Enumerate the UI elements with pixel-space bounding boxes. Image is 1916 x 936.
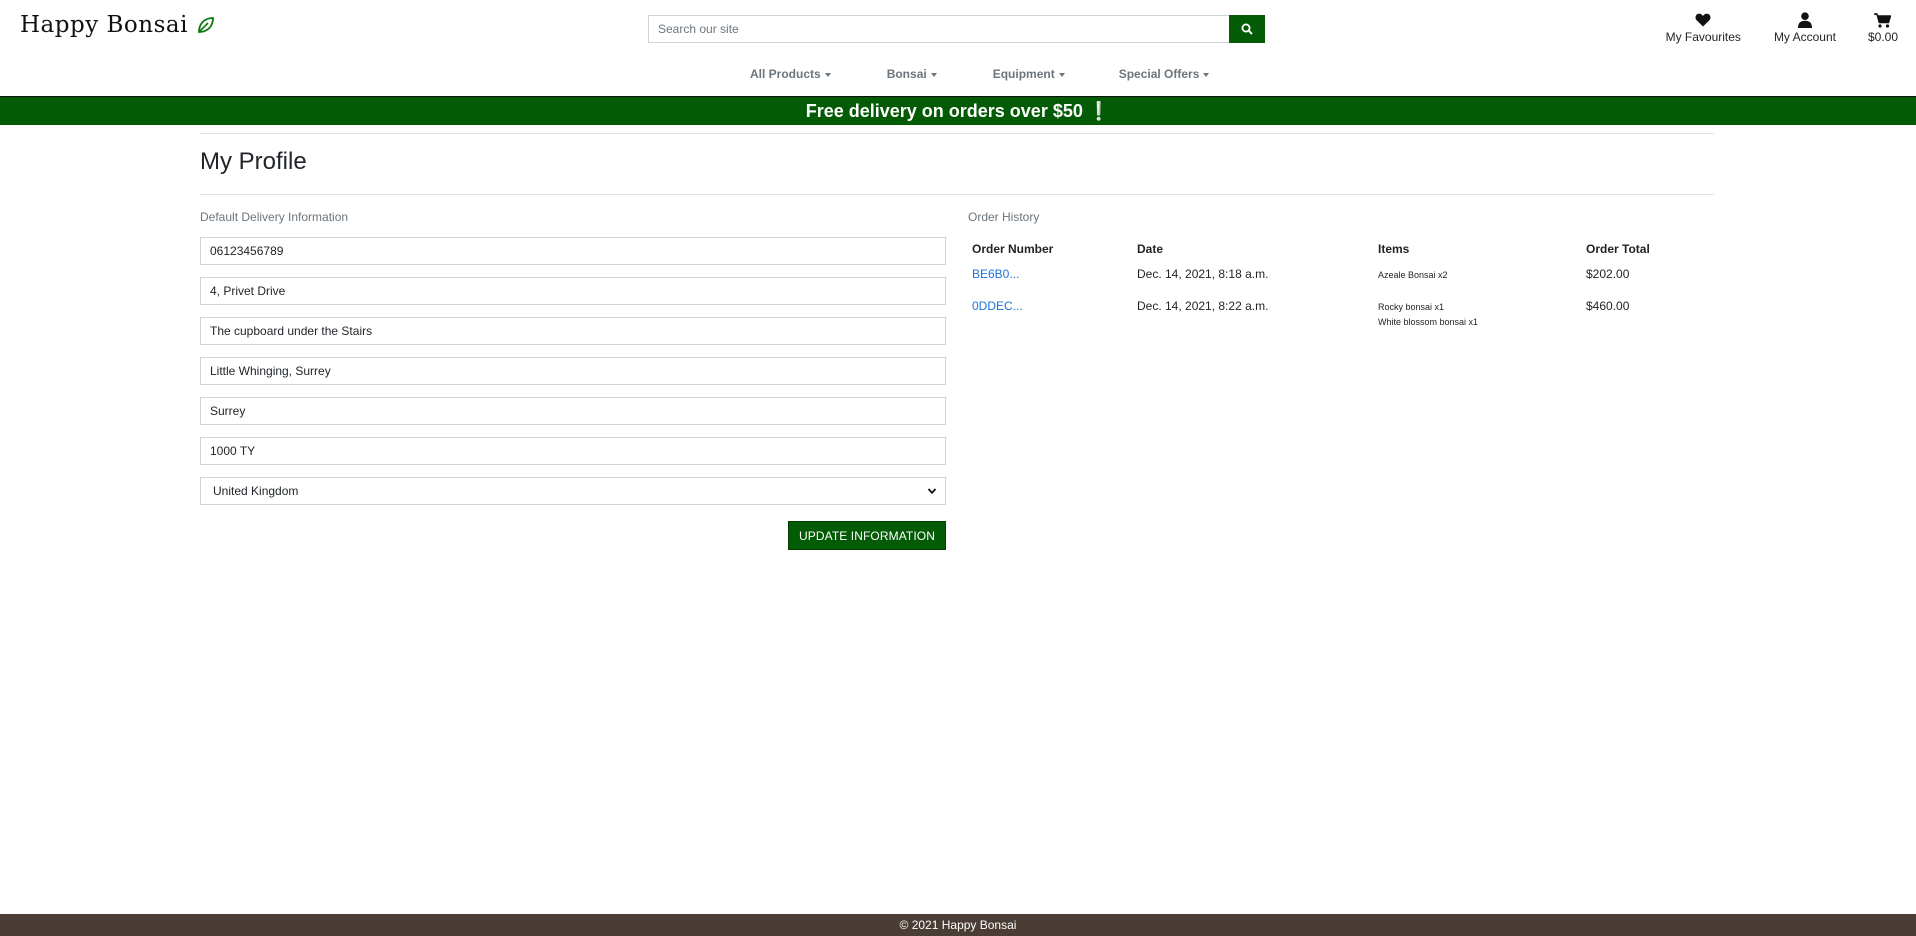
my-favourites-link[interactable]: My Favourites — [1666, 11, 1741, 44]
exclamation-icon: ❕ — [1087, 100, 1111, 121]
table-row: BE6B0... Dec. 14, 2021, 8:18 a.m. Azeale… — [968, 265, 1714, 297]
column-header-order-number: Order Number — [972, 242, 1054, 256]
column-header-date: Date — [1137, 242, 1164, 256]
delivery-info-label: Default Delivery Information — [200, 210, 349, 224]
user-icon — [1797, 12, 1812, 28]
caret-down-icon — [824, 73, 831, 77]
header-links: My Favourites My Account $0.00 — [1666, 11, 1898, 44]
postcode-field[interactable] — [200, 437, 946, 465]
nav-special-offers[interactable]: Special Offers — [1119, 67, 1210, 81]
order-history-table: Order Number Date Items Order Total BE6B… — [968, 240, 1714, 337]
order-item: Azeale Bonsai x2 — [1378, 270, 1448, 280]
cart-total: $0.00 — [1867, 30, 1898, 44]
cart-link[interactable]: $0.00 — [1868, 11, 1898, 44]
search-icon — [1241, 23, 1253, 35]
caret-down-icon — [930, 73, 937, 77]
profile-form: United Kingdom Update Information — [200, 237, 946, 550]
nav-all-products[interactable]: All Products — [750, 67, 831, 81]
table-header: Order Number Date Items Order Total — [968, 240, 1714, 265]
site-footer: © 2021 Happy Bonsai — [0, 914, 1916, 936]
order-date: Dec. 14, 2021, 8:18 a.m. — [1137, 267, 1269, 281]
nav-label: Special Offers — [1118, 67, 1200, 81]
order-items: Rocky bonsai x1 White blossom bonsai x1 — [1378, 300, 1478, 330]
search-input[interactable] — [648, 15, 1229, 43]
order-number-link[interactable]: 0DDEC... — [972, 299, 1023, 313]
delivery-banner: Free delivery on orders over $50 ❕ — [0, 96, 1916, 125]
cart-icon — [1874, 12, 1892, 28]
favourites-label: My Favourites — [1665, 30, 1741, 44]
divider — [200, 133, 1714, 134]
my-account-link[interactable]: My Account — [1774, 11, 1836, 44]
chevron-down-icon — [927, 488, 937, 495]
county-field[interactable] — [200, 397, 946, 425]
order-number-link[interactable]: BE6B0... — [972, 267, 1019, 281]
nav-label: Bonsai — [886, 67, 927, 81]
column-header-order-total: Order Total — [1586, 242, 1650, 256]
page-title: My Profile — [200, 148, 307, 175]
phone-number-field[interactable] — [200, 237, 946, 265]
update-information-button[interactable]: Update Information — [787, 521, 946, 550]
account-label: My Account — [1773, 30, 1836, 44]
street-address-2-field[interactable] — [200, 317, 946, 345]
town-city-field[interactable] — [200, 357, 946, 385]
banner-text: Free delivery on orders over $50 — [805, 100, 1083, 121]
search-form — [648, 15, 1265, 43]
search-button[interactable] — [1229, 15, 1265, 43]
country-value: United Kingdom — [213, 484, 299, 498]
order-total: $460.00 — [1586, 299, 1630, 313]
nav-equipment[interactable]: Equipment — [993, 67, 1065, 81]
caret-down-icon — [1058, 73, 1065, 77]
order-history-label: Order History — [968, 210, 1040, 224]
site-logo[interactable]: Happy Bonsai — [20, 12, 216, 38]
column-header-items: Items — [1378, 242, 1410, 256]
logo-text: Happy Bonsai — [20, 12, 188, 38]
order-date: Dec. 14, 2021, 8:22 a.m. — [1137, 299, 1269, 313]
order-item: White blossom bonsai x1 — [1378, 317, 1479, 327]
order-total: $202.00 — [1586, 267, 1630, 281]
leaf-icon — [198, 17, 214, 33]
site-header: Happy Bonsai My Favourites — [0, 0, 1916, 96]
nav-label: All Products — [750, 67, 821, 81]
divider — [200, 194, 1714, 195]
nav-bonsai[interactable]: Bonsai — [887, 67, 937, 81]
copyright-text: © 2021 Happy Bonsai — [899, 918, 1017, 932]
order-items: Azeale Bonsai x2 — [1378, 268, 1448, 283]
table-row: 0DDEC... Dec. 14, 2021, 8:22 a.m. Rocky … — [968, 297, 1714, 337]
country-select[interactable]: United Kingdom — [200, 477, 946, 505]
street-address-1-field[interactable] — [200, 277, 946, 305]
heart-icon — [1695, 13, 1711, 27]
order-item: Rocky bonsai x1 — [1378, 302, 1445, 312]
main-nav: All Products Bonsai Equipment Special Of… — [750, 67, 1210, 81]
caret-down-icon — [1203, 73, 1210, 77]
nav-label: Equipment — [992, 67, 1055, 81]
